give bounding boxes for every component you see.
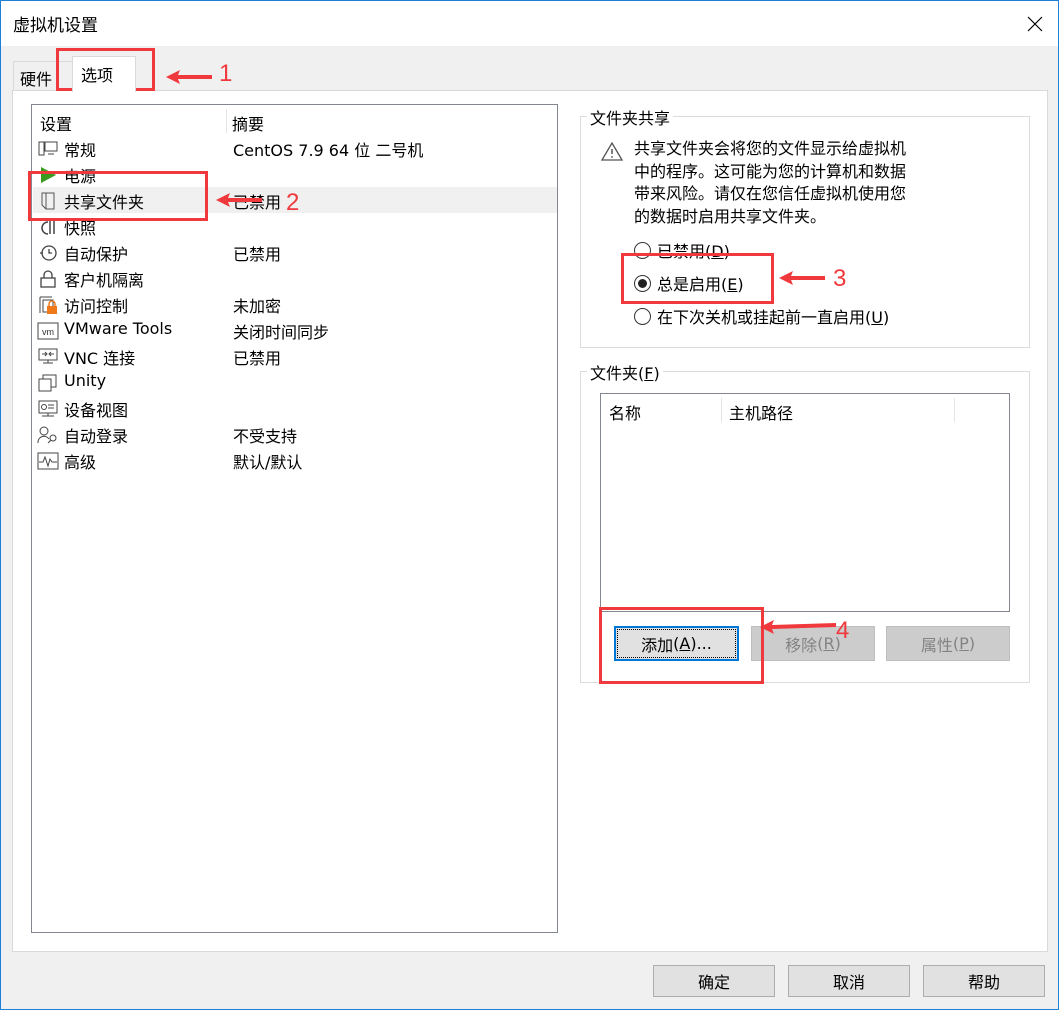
radio-button[interactable] [634,274,651,292]
settings-row-advanced[interactable]: 高级 默认/默认 [33,447,557,473]
ok-button[interactable]: 确定 [653,965,775,997]
add-folder-button[interactable]: 添加(A)... [614,626,739,661]
setting-name: 电源 [64,167,97,186]
setting-summary: 已禁用 [233,349,282,368]
autoprotect-clock-icon [37,243,59,263]
radio-until-poweroff[interactable]: 在下次关机或挂起前一直启用(U) [634,304,889,328]
help-button[interactable]: 帮助 [923,965,1045,997]
close-button[interactable] [1012,1,1058,46]
setting-name: VNC 连接 [64,349,136,368]
monitor-icon [37,139,59,159]
setting-summary: 默认/默认 [233,453,303,472]
folder-sharing-title: 文件夹共享 [587,105,674,129]
setting-name: 高级 [64,453,97,472]
cancel-button[interactable]: 取消 [788,965,910,997]
setting-name: 自动保护 [64,245,129,264]
vm-settings-dialog: 虚拟机设置 硬件 选项 设置 摘要 常规 CentOS 7.9 64 位 二号机… [0,0,1059,1010]
settings-row-access-control[interactable]: 访问控制 未加密 [33,291,557,317]
setting-name: 共享文件夹 [64,193,145,212]
autologin-user-icon [37,425,59,445]
tab-hardware-label: 硬件 [20,70,53,89]
settings-row-vnc[interactable]: VNC 连接 已禁用 [33,343,557,369]
access-control-lock-icon [37,295,59,315]
setting-name: 设备视图 [64,401,129,420]
setting-name: 客户机隔离 [64,271,145,290]
setting-summary: CentOS 7.9 64 位 二号机 [233,141,424,160]
annotation-number-1: 1 [219,60,233,87]
radio-button[interactable] [634,307,651,325]
warning-icon [600,141,624,165]
properties-button[interactable]: 属性(P) [886,626,1010,661]
setting-name: 常规 [64,141,97,160]
advanced-pulse-icon [37,451,59,471]
folders-list[interactable]: 名称 主机路径 [600,393,1010,612]
window-title: 虚拟机设置 [13,16,98,36]
device-view-icon [37,399,59,419]
tab-options-label: 选项 [81,66,114,85]
svg-text:vm: vm [42,327,54,337]
column-header-summary[interactable]: 摘要 [232,111,264,135]
settings-row-guest-isolation[interactable]: 客户机隔离 [33,265,557,291]
remove-folder-button[interactable]: 移除(R) [751,626,875,661]
column-separator[interactable] [954,398,955,422]
annotation-number-3: 3 [833,265,847,292]
vmware-tools-icon: vm [37,321,59,341]
settings-row-autologin[interactable]: 自动登录 不受支持 [33,421,557,447]
snapshot-icon [37,217,59,237]
settings-row-device-view[interactable]: 设备视图 [33,395,557,421]
folders-title: 文件夹(F) [587,360,663,384]
setting-name: Unity [64,371,107,390]
settings-list-header: 设置 摘要 [32,105,557,135]
setting-name: 自动登录 [64,427,129,446]
warning-text: 共享文件夹会将您的文件显示给虚拟机 中的程序。这可能为您的计算机和数据 带来风险… [634,138,954,228]
shared-folder-icon [37,191,59,211]
setting-summary: 不受支持 [233,427,298,446]
power-play-icon [37,165,59,185]
unity-icon [37,373,59,393]
settings-row-vmware-tools[interactable]: vm VMware Tools 关闭时间同步 [33,317,557,343]
column-separator[interactable] [721,398,722,422]
radio-button[interactable] [634,241,651,259]
settings-row-general[interactable]: 常规 CentOS 7.9 64 位 二号机 [33,135,557,161]
close-icon [1027,16,1043,31]
annotation-number-4: 4 [836,617,850,644]
title-bar: 虚拟机设置 [1,1,1058,46]
radio-disabled[interactable]: 已禁用(D) [634,238,730,262]
tab-hardware[interactable]: 硬件 [13,61,73,91]
lock-icon [37,269,59,289]
column-header-name[interactable]: 名称 [609,400,641,424]
tab-options[interactable]: 选项 [72,56,136,92]
vnc-icon [37,347,59,367]
settings-row-unity[interactable]: Unity [33,369,557,395]
setting-summary: 已禁用 [233,245,282,264]
column-header-host-path[interactable]: 主机路径 [729,400,793,424]
settings-list[interactable]: 设置 摘要 常规 CentOS 7.9 64 位 二号机 电源 共享文件夹 已禁… [31,104,558,933]
annotation-arrow-1 [166,70,212,84]
radio-always-enabled[interactable]: 总是启用(E) [634,271,744,295]
radio-label: 总是启用(E) [657,275,744,294]
settings-row-power[interactable]: 电源 [33,161,557,187]
setting-summary: 已禁用 [233,193,282,212]
radio-label: 已禁用(D) [657,242,730,261]
setting-name: 访问控制 [64,297,129,316]
warning-line: 的数据时启用共享文件夹。 [634,206,827,226]
column-separator[interactable] [226,109,227,133]
radio-label: 在下次关机或挂起前一直启用(U) [657,308,890,327]
warning-line: 共享文件夹会将您的文件显示给虚拟机 [634,139,907,158]
setting-name: VMware Tools [64,319,173,338]
setting-name: 快照 [64,219,97,238]
setting-summary: 关闭时间同步 [233,323,330,342]
warning-line: 带来风险。请仅在您信任虚拟机使用您 [634,184,907,203]
setting-summary: 未加密 [233,297,282,316]
warning-line: 中的程序。这可能为您的计算机和数据 [634,161,907,181]
annotation-number-2: 2 [286,189,300,216]
column-header-setting[interactable]: 设置 [40,111,72,135]
settings-row-autoprotect[interactable]: 自动保护 已禁用 [33,239,557,265]
